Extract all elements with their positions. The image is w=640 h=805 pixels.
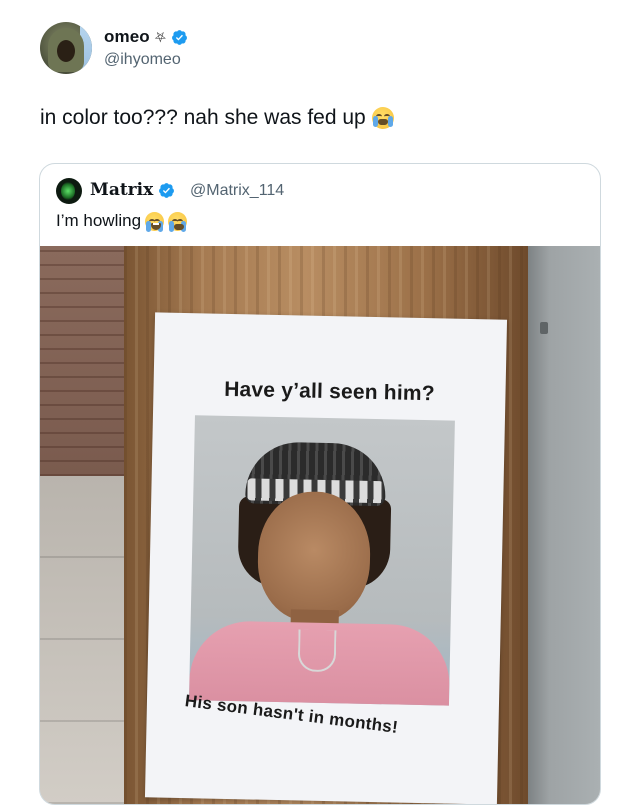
pentagram-icon: ⛧ [154,28,167,45]
missing-flyer: Have y’all seen him? His son hasn't in m… [144,312,508,804]
quote-photo[interactable]: Have y’all seen him? His son hasn't in m… [40,246,600,804]
flyer-title: Have y’all seen him? [223,377,436,406]
face-with-tears-of-joy-icon [145,211,165,232]
quote-author-handle[interactable]: @Matrix_114 [190,182,284,200]
author-name-text: omeo [104,27,150,46]
quote-author-name[interactable]: Matrix [90,180,175,200]
quote-text: I’m howling [56,211,188,232]
loudly-crying-face-icon [168,211,188,232]
quote-author-avatar[interactable] [56,178,82,204]
quote-text-content: I’m howling [56,211,142,230]
loudly-crying-face-icon [371,107,394,129]
verified-badge-icon [172,29,188,45]
metal-door-frame [528,246,600,804]
author-handle[interactable]: @ihyomeo [104,51,181,69]
flyer-portrait [189,415,455,706]
quote-author-name-text: Matrix [90,180,154,200]
quoted-tweet-card[interactable]: Matrix @Matrix_114 I’m howling Have y’al… [39,163,601,805]
author-name[interactable]: omeo ⛧ [104,27,188,47]
verified-badge-icon [159,182,175,198]
author-avatar[interactable] [40,22,92,74]
tweet-text-content: in color too??? nah she was fed up [40,106,366,129]
tweet-text: in color too??? nah she was fed up [40,106,394,130]
